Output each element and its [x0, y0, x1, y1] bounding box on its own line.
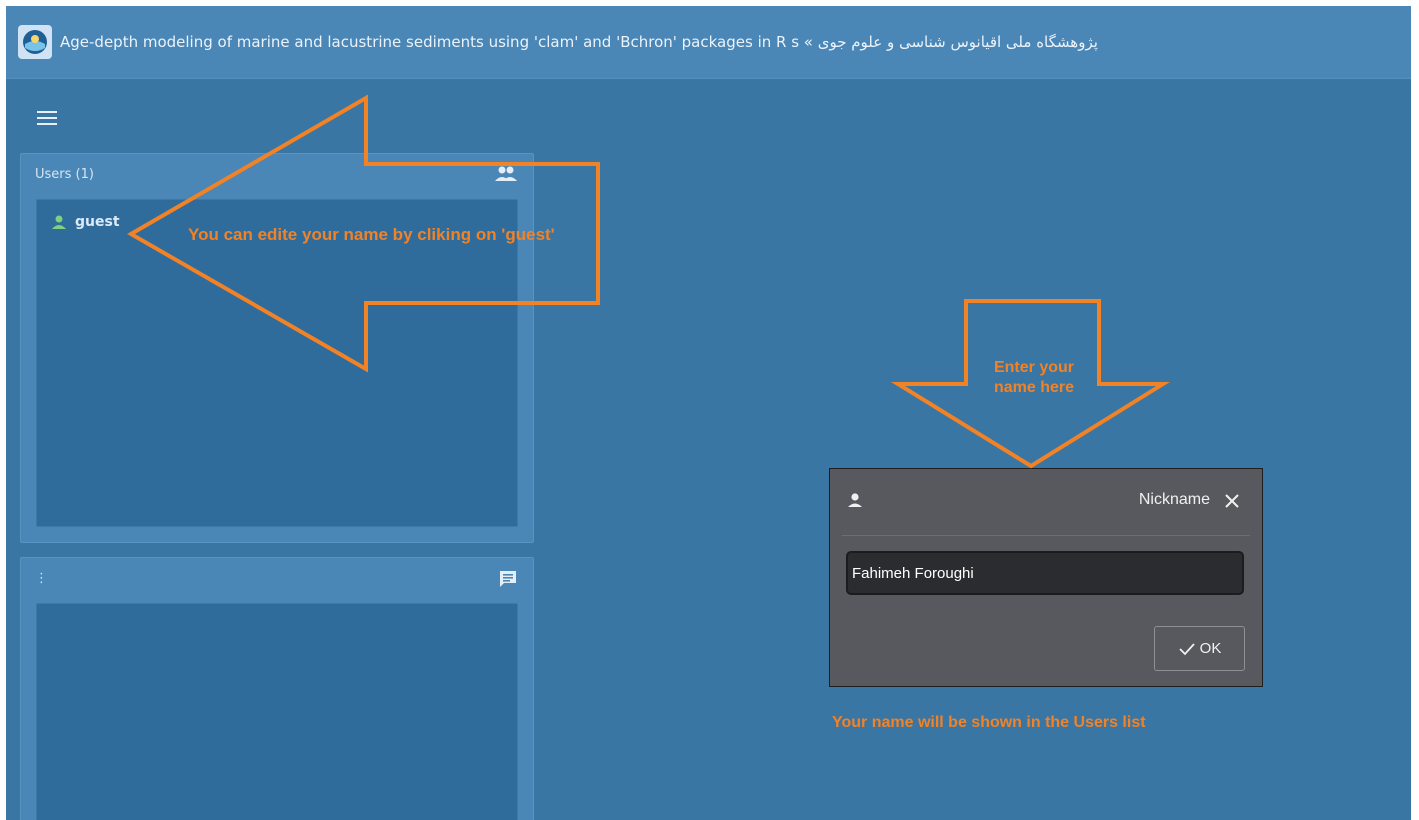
checkmark-icon	[1179, 642, 1195, 655]
user-name-guest[interactable]: guest	[75, 214, 120, 230]
user-icon	[52, 215, 66, 229]
users-list-hint-annotation: Your name will be shown in the Users lis…	[832, 714, 1146, 731]
dialog-title: Nickname	[1138, 491, 1210, 508]
window-title: پژوهشگاه ملی اقیانوس شناسی و علوم جوی » …	[60, 33, 1098, 51]
users-panel-title: Users (1)	[35, 167, 94, 182]
users-group-icon[interactable]	[493, 164, 519, 188]
institute-logo-icon[interactable]	[18, 25, 52, 59]
ok-button[interactable]: OK	[1154, 626, 1245, 671]
chat-panel: ⋮	[20, 557, 534, 820]
users-list: guest	[36, 199, 518, 527]
chat-area[interactable]	[36, 603, 518, 820]
users-panel: Users (1) guest	[20, 153, 534, 543]
nickname-input[interactable]	[846, 551, 1244, 595]
nickname-dialog: Nickname OK	[829, 468, 1263, 687]
user-list-item-guest[interactable]: guest	[51, 214, 120, 230]
chat-icon[interactable]	[497, 568, 519, 594]
chat-panel-menu[interactable]: ⋮	[35, 571, 48, 586]
close-icon[interactable]	[1222, 491, 1242, 511]
enter-name-annotation: Enter your name here	[993, 359, 1075, 396]
hamburger-menu-icon[interactable]	[36, 108, 60, 128]
guest-hint-annotation: You can edite your name by cliking on 'g…	[188, 225, 555, 244]
ok-label: OK	[1199, 640, 1222, 657]
top-bar: پژوهشگاه ملی اقیانوس شناسی و علوم جوی » …	[6, 6, 1411, 79]
dialog-divider	[842, 535, 1250, 536]
user-icon	[846, 491, 864, 513]
app-window: پژوهشگاه ملی اقیانوس شناسی و علوم جوی » …	[6, 6, 1411, 820]
